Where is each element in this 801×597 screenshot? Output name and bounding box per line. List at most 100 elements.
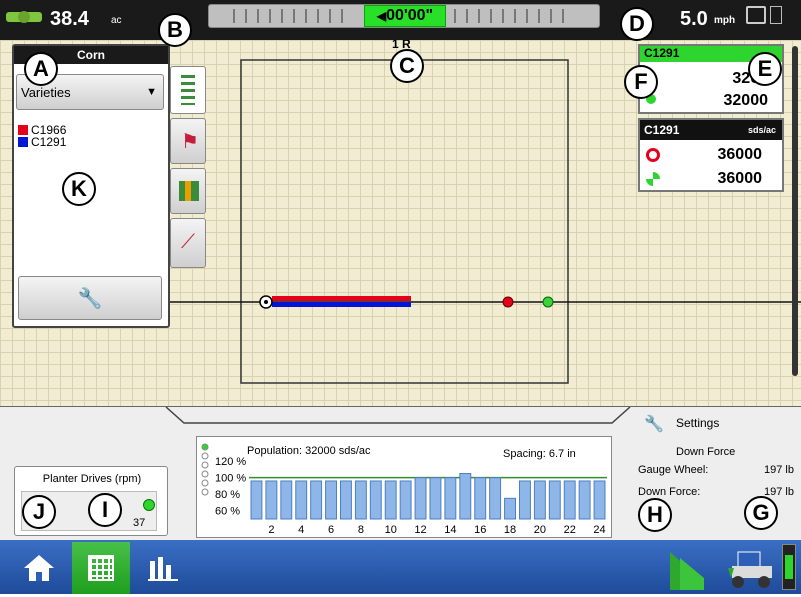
population-bar (280, 480, 293, 520)
map-button[interactable] (72, 542, 130, 594)
rate-panel-2-unit: sds/ac (747, 125, 776, 135)
population-bar (474, 477, 487, 520)
arrow-left-icon: ◀ (376, 9, 387, 23)
legend-swatch-blue (18, 137, 28, 147)
population-bar (310, 480, 323, 520)
diagnostics-button[interactable] (782, 544, 796, 590)
y-tick-label: 60 % (215, 506, 240, 518)
bottom-nav (0, 540, 801, 594)
callout-g: G (744, 496, 778, 530)
area-unit: ac (111, 15, 122, 26)
grid-toggle-icon[interactable] (770, 6, 782, 24)
rate-panel-2-header: C1291 sds/ac (640, 120, 782, 140)
row-status-icon (201, 488, 209, 496)
row-status-icon (201, 443, 209, 451)
settings-row: Gauge Wheel: 197 lb (638, 464, 794, 476)
population-bar (325, 480, 337, 520)
x-tick-label: 6 (328, 524, 334, 536)
population-bar (340, 480, 352, 520)
chart-annotation: Spacing: 6.7 in (503, 448, 576, 460)
callout-c: C (390, 49, 424, 83)
settings-label: Settings (676, 416, 720, 430)
population-bar (399, 480, 412, 520)
tab-guidance[interactable]: ⟋ (170, 218, 206, 268)
population-bar (578, 480, 591, 520)
callout-h: H (638, 498, 672, 532)
run-summary-button[interactable] (136, 548, 190, 588)
offline-timer: 00'00" (386, 7, 434, 24)
population-bar (354, 480, 367, 520)
red-marker (502, 296, 514, 308)
field-operation-button[interactable] (664, 542, 710, 592)
population-bar (250, 480, 263, 520)
population-bar (369, 480, 382, 520)
x-tick-label: 10 (385, 524, 397, 536)
legend-item-label: C1291 (31, 135, 67, 149)
population-bar (563, 480, 576, 520)
population-bar (295, 480, 308, 520)
chart-icon (179, 181, 199, 201)
x-tick-label: 20 (534, 524, 546, 536)
x-tick-label: 2 (268, 524, 274, 536)
y-tick-label: 120 % (215, 456, 246, 468)
population-bar (384, 480, 397, 520)
population-bar (444, 477, 457, 520)
population-bar (533, 480, 546, 520)
bar-chart-icon (148, 557, 178, 581)
legend-swatch-red (18, 125, 28, 135)
drive-status-icon (143, 499, 155, 511)
right-scrollbar[interactable] (792, 46, 798, 376)
population-chart-svg: Population: 32000 sds/ac Spacing: 6.7 in 1… (201, 443, 607, 536)
tab-flag[interactable]: ⚑ (170, 118, 206, 164)
map-tabs: ⚑ ⟋ (170, 66, 206, 270)
population-chart[interactable]: Population: 32000 sds/ac Spacing: 6.7 in 1… (196, 436, 612, 538)
legend-item: C1291 (18, 135, 67, 149)
status-indicator-icon (785, 555, 793, 579)
field-operation-icon (670, 552, 704, 590)
legend-settings-button[interactable]: 🔧 (18, 276, 162, 320)
population-bar (265, 480, 278, 520)
tractor-icon (728, 551, 772, 588)
x-tick-label: 22 (564, 524, 576, 536)
population-bar (459, 473, 472, 520)
coverage-c1966 (272, 296, 411, 301)
legend-icon (181, 75, 195, 105)
wrench-icon: 🔧 (644, 416, 664, 433)
callout-f: F (624, 65, 658, 99)
lightbar: ◀ 00'00" (208, 4, 600, 28)
speed-value: 5.0 (680, 8, 708, 30)
x-tick-label: 16 (474, 524, 486, 536)
population-bar (548, 480, 561, 520)
equipment-button[interactable] (724, 544, 776, 590)
x-tick-label: 12 (414, 524, 426, 536)
speed-unit: mph (714, 15, 736, 26)
population-bar (429, 477, 442, 520)
screen-layout-icon[interactable] (746, 6, 766, 24)
callout-e: E (748, 52, 782, 86)
chart-title: Population: 32000 sds/ac (247, 445, 371, 457)
settings-row-name: Down Force: (638, 486, 701, 498)
x-tick-label: 18 (504, 524, 516, 536)
callout-j: J (22, 495, 56, 529)
gps-satellite-icon[interactable] (4, 6, 44, 28)
population-bar (489, 477, 502, 520)
rate-panel-2-product: C1291 (644, 123, 680, 137)
legend-list: C1966 C1291 (18, 123, 67, 149)
planter-drives-title: Planter Drives (rpm) (42, 473, 142, 485)
tab-legend[interactable] (170, 66, 206, 114)
settings-row-value: 197 lb (764, 464, 794, 476)
green-marker (542, 296, 554, 308)
population-bar (593, 480, 606, 520)
home-button[interactable] (12, 546, 66, 590)
y-tick-label: 80 % (215, 489, 240, 501)
tab-chart[interactable] (170, 168, 206, 214)
callout-i: I (88, 493, 122, 527)
top-bar: 38.4 ac ◀ 00'00" 5.0 mph (0, 0, 801, 40)
field-boundary (240, 59, 569, 384)
x-tick-label: 4 (298, 524, 304, 536)
callout-k: K (62, 172, 96, 206)
x-tick-label: 8 (358, 524, 364, 536)
area-value[interactable]: 38.4 (50, 8, 89, 31)
actual-rate-icon (646, 172, 660, 186)
rate-panel-2[interactable]: C1291 sds/ac 36000 36000 (638, 118, 784, 192)
